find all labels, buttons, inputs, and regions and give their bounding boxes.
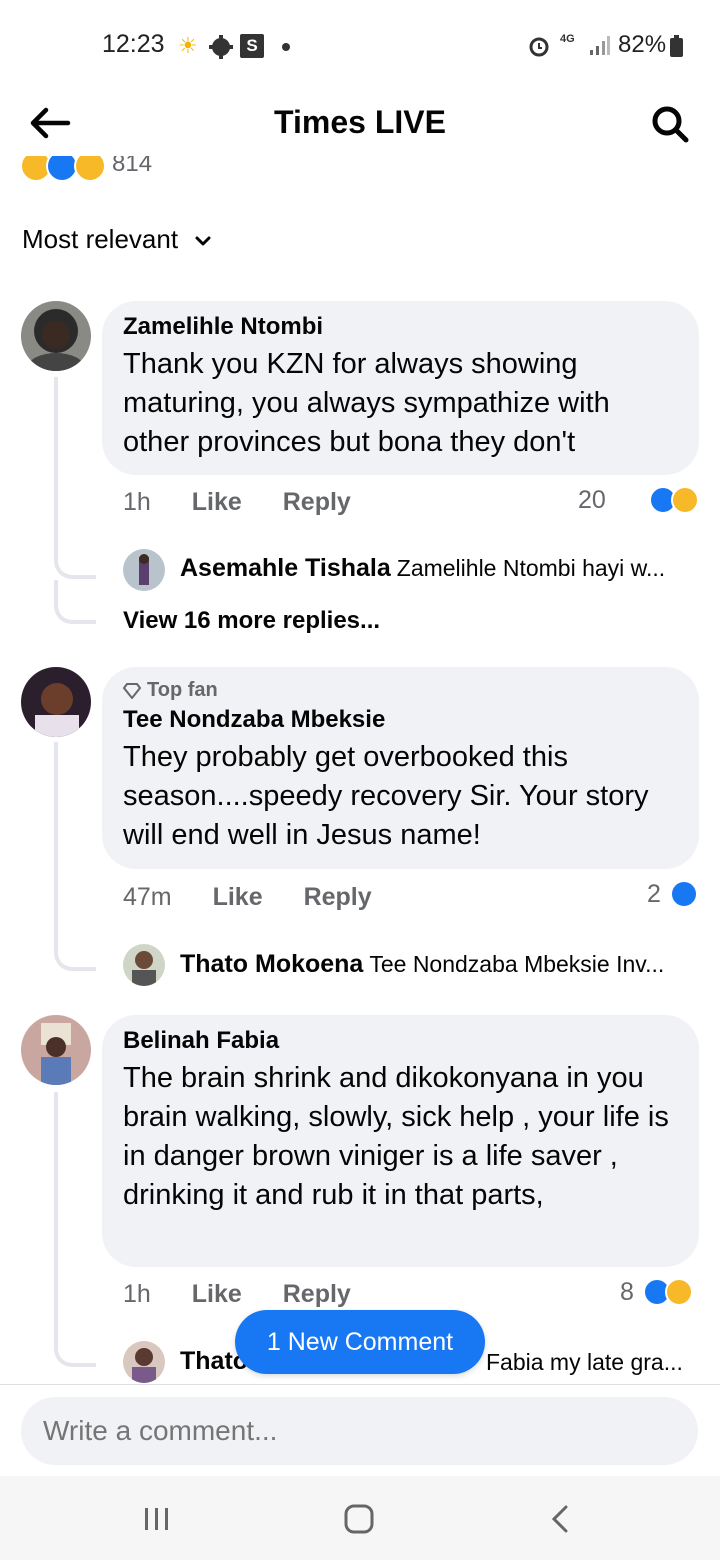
thread-connector <box>54 530 96 579</box>
thread-connector <box>54 580 96 624</box>
wow-reaction-icon <box>74 156 106 182</box>
top-fan-label: Top fan <box>147 679 218 701</box>
search-icon[interactable] <box>650 104 690 144</box>
header: Times LIVE <box>0 92 720 156</box>
notification-dot-icon <box>282 43 290 51</box>
thread-line <box>54 742 58 942</box>
reply-avatar[interactable] <box>123 944 165 986</box>
comment-author[interactable]: Tee Nondzaba Mbeksie <box>123 706 679 734</box>
comment-actions: 47m Like Reply <box>123 883 406 912</box>
reply-author: Thato Mokoena <box>180 950 364 978</box>
comment-time: 1h <box>123 1280 151 1308</box>
like-reaction-icon <box>669 880 698 909</box>
reply-text: Fabia my late gra... <box>486 1349 683 1375</box>
comment-reactions[interactable]: 8 <box>620 1278 699 1308</box>
haha-reaction-icon <box>670 486 699 515</box>
signal-icon <box>590 36 610 55</box>
reply-preview-text: Fabia my late gra... <box>486 1349 683 1377</box>
reply-button[interactable]: Reply <box>304 883 372 911</box>
back-icon[interactable] <box>550 1504 570 1534</box>
s-app-icon: S <box>240 34 264 58</box>
comment-bubble[interactable]: Zamelihle Ntombi Thank you KZN for alway… <box>102 301 699 475</box>
sort-dropdown[interactable]: Most relevant <box>22 224 211 255</box>
reaction-count: 20 <box>578 486 606 514</box>
thread-line <box>54 377 58 547</box>
comment-author[interactable]: Zamelihle Ntombi <box>123 313 679 341</box>
top-fan-badge: Top fan <box>122 679 679 702</box>
avatar[interactable] <box>21 1015 91 1085</box>
network-4g-icon: 4G <box>560 33 575 45</box>
reply-button[interactable]: Reply <box>283 1280 351 1308</box>
reaction-count: 8 <box>620 1278 634 1306</box>
avatar[interactable] <box>21 667 91 737</box>
new-comment-button[interactable]: 1 New Comment <box>235 1310 485 1374</box>
comment-author[interactable]: Belinah Fabia <box>123 1027 679 1055</box>
home-icon[interactable] <box>344 1504 374 1534</box>
avatar[interactable] <box>21 301 91 371</box>
status-time: 12:23 <box>102 30 165 58</box>
reply-preview[interactable]: Asemahle Tishala Zamelihle Ntombi hayi w.… <box>180 554 665 583</box>
comment-reactions[interactable]: 20 <box>578 486 699 516</box>
sun-icon: ☀ <box>178 33 198 58</box>
reaction-count: 2 <box>647 880 661 908</box>
thread-line <box>54 1092 58 1342</box>
status-bar: 12:23 ☀ S 4G 82% <box>0 0 720 92</box>
comment-text: They probably get overbooked this season… <box>123 741 649 851</box>
like-button[interactable]: Like <box>192 488 242 516</box>
comment-composer <box>0 1384 720 1477</box>
haha-reaction-icon <box>664 1278 693 1307</box>
chevron-down-icon <box>195 236 211 246</box>
reply-text: Zamelihle Ntombi hayi w... <box>396 555 666 581</box>
battery-icon <box>670 35 683 57</box>
comment-time: 1h <box>123 488 151 516</box>
comment-text: Thank you KZN for always showing maturin… <box>123 348 610 458</box>
comment-actions: 1h Like Reply <box>123 488 385 517</box>
gear-icon <box>209 35 233 59</box>
page-title: Times LIVE <box>274 104 446 140</box>
view-more-replies-button[interactable]: View 16 more replies... <box>123 607 380 635</box>
recent-apps-icon[interactable] <box>142 1506 172 1532</box>
comment-bubble[interactable]: Top fan Tee Nondzaba Mbeksie They probab… <box>102 667 699 869</box>
thread-connector <box>54 925 96 971</box>
reply-preview[interactable]: Thato Mokoena Tee Nondzaba Mbeksie Inv... <box>180 950 664 979</box>
reply-text: Tee Nondzaba Mbeksie Inv... <box>369 951 665 977</box>
comment-actions: 1h Like Reply <box>123 1280 385 1309</box>
thread-connector <box>54 1325 96 1367</box>
alarm-icon <box>529 37 549 57</box>
comment-input[interactable] <box>21 1397 698 1465</box>
reply-author: Asemahle Tishala <box>180 554 391 582</box>
comment-reactions[interactable]: 2 <box>647 880 698 910</box>
like-button[interactable]: Like <box>192 1280 242 1308</box>
comment-text: The brain shrink and dikokonyana in you … <box>123 1062 669 1211</box>
sort-label: Most relevant <box>22 224 179 254</box>
comment-bubble[interactable]: Belinah Fabia The brain shrink and dikok… <box>102 1015 699 1267</box>
android-nav-bar <box>0 1476 720 1560</box>
diamond-icon <box>122 682 142 700</box>
like-reaction-icon <box>46 156 78 182</box>
reply-button[interactable]: Reply <box>283 488 351 516</box>
battery-percent: 82% <box>618 31 667 58</box>
reply-avatar[interactable] <box>123 1341 165 1383</box>
comment-time: 47m <box>123 883 172 911</box>
like-button[interactable]: Like <box>213 883 263 911</box>
reactions-count: 814 <box>112 156 153 177</box>
reply-avatar[interactable] <box>123 549 165 591</box>
reactions-summary[interactable]: 814 <box>20 156 320 186</box>
